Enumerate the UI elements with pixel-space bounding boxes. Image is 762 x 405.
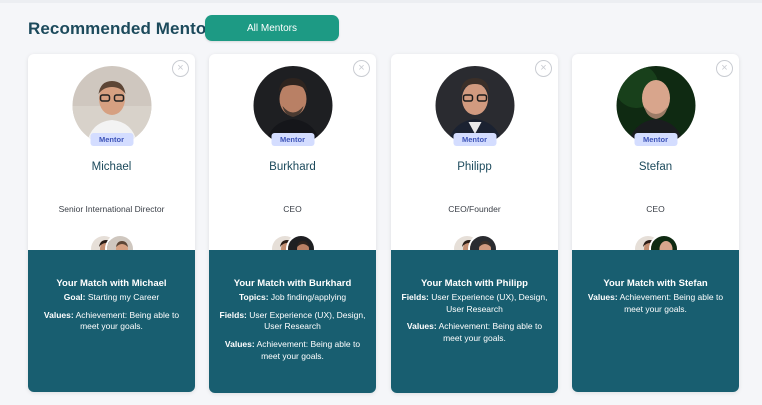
match-values: Values: Achievement: Being able to meet … [209,339,376,362]
match-title: Your Match with Michael [56,278,167,289]
match-title: Your Match with Stefan [603,278,708,289]
match-panel: Your Match with Michael Goal: Starting m… [28,250,195,392]
mentor-card[interactable]: × Mentor Stefan CEO Your Match with Stef… [572,54,739,392]
match-values-text: Achievement: Being able to meet your goa… [619,292,724,314]
match-values-label: Values: [224,339,255,350]
mentor-badge: Mentor [634,133,677,146]
match-panel: Your Match with Philipp Fields: User Exp… [391,250,558,393]
page-title: Recommended Mentors [28,18,223,38]
match-title: Your Match with Philipp [421,278,528,289]
mentor-card[interactable]: × Mentor Michael Senior International Di… [28,54,195,392]
match-values-label: Values: [587,292,618,302]
match-panel: Your Match with Stefan Values: Achieveme… [572,250,739,392]
match-goal-text: Starting my Career [87,292,160,302]
match-topics: Topics: Job finding/applying [209,292,376,304]
match-goal: Goal: Starting my Career [28,292,195,304]
match-values-label: Values: [406,321,437,332]
mentor-card[interactable]: × Mentor Philipp CEO/Founder Your Match … [391,54,558,393]
all-mentors-button[interactable]: All Mentors [205,15,339,41]
match-values: Values: Achievement: Being able to meet … [572,292,739,315]
mentor-badge: Mentor [90,133,133,146]
mentor-name: Philipp [457,161,492,173]
close-icon[interactable]: × [172,60,189,77]
match-title: Your Match with Burkhard [233,278,352,289]
match-values-text: Achievement: Being able to meet your goa… [256,339,361,361]
match-fields: Fields: User Experience (UX), Design, Us… [209,310,376,333]
match-goal-label: Goal: [63,292,86,302]
mentor-card[interactable]: × Mentor Burkhard CEO Your Match with Bu… [209,54,376,393]
mentor-name: Stefan [638,161,673,173]
close-icon[interactable]: × [716,60,733,77]
close-icon[interactable]: × [353,60,370,77]
match-values: Values: Achievement: Being able to meet … [391,321,558,344]
match-topics-label: Topics: [238,292,269,302]
mentor-role: CEO [646,204,665,214]
close-icon[interactable]: × [535,60,552,77]
match-values: Values: Achievement: Being able to meet … [28,310,195,333]
match-panel: Your Match with Burkhard Topics: Job fin… [209,250,376,393]
mentor-badge: Mentor [271,133,314,146]
mentor-name: Burkhard [269,161,316,173]
mentor-role: CEO/Founder [448,204,501,214]
match-values-text: Achievement: Being able to meet your goa… [75,309,180,332]
match-fields-label: Fields: [401,292,429,302]
mentor-badge: Mentor [453,133,496,146]
match-values-text: Achievement: Being able to meet your goa… [438,321,543,344]
mentor-role: Senior International Director [58,204,165,214]
match-values-label: Values: [43,309,74,320]
header: Recommended Mentors [28,15,223,42]
match-fields: Fields: User Experience (UX), Design, Us… [391,292,558,315]
match-fields-text: User Experience (UX), Design, User Resea… [249,309,366,332]
match-topics-text: Job finding/applying [270,292,347,302]
top-divider [0,0,762,3]
mentor-name: Michael [91,161,132,173]
mentor-role: CEO [283,204,302,214]
match-fields-text: User Experience (UX), Design, User Resea… [431,292,548,314]
match-fields-label: Fields: [219,309,247,320]
